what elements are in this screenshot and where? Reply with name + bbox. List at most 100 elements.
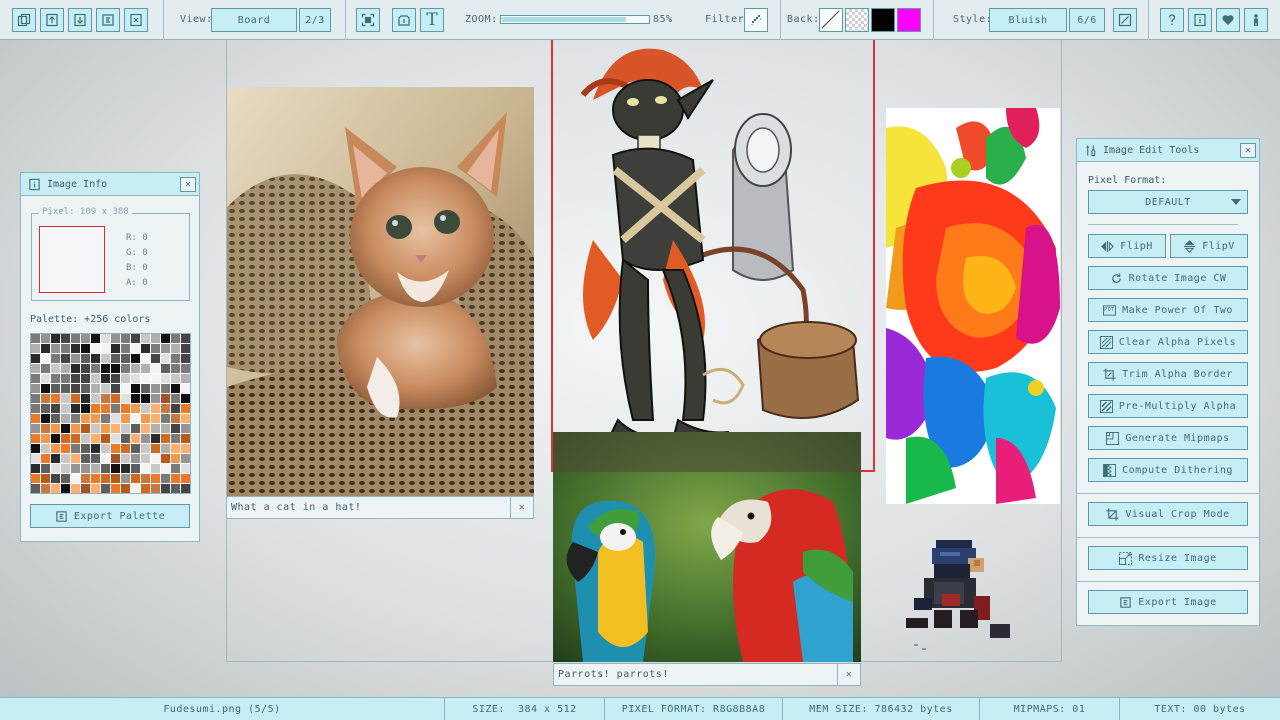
palette-swatch[interactable] — [31, 334, 40, 343]
palette-swatch[interactable] — [161, 334, 170, 343]
palette-swatch[interactable] — [51, 434, 60, 443]
palette-swatch[interactable] — [171, 354, 180, 363]
palette-swatch[interactable] — [151, 444, 160, 453]
palette-swatch[interactable] — [171, 474, 180, 483]
palette-swatch[interactable] — [41, 454, 50, 463]
palette-swatch[interactable] — [41, 334, 50, 343]
resize-image-button[interactable]: Resize Image — [1088, 546, 1248, 570]
palette-swatch[interactable] — [41, 384, 50, 393]
palette-swatch[interactable] — [151, 424, 160, 433]
palette-swatch[interactable] — [181, 394, 190, 403]
palette-swatch[interactable] — [111, 394, 120, 403]
palette-swatch[interactable] — [31, 444, 40, 453]
palette-swatch[interactable] — [131, 354, 140, 363]
palette-swatch[interactable] — [101, 374, 110, 383]
view-mode-button[interactable]: Board — [211, 8, 297, 32]
palette-swatch[interactable] — [121, 354, 130, 363]
trim-alpha-button[interactable]: Trim Alpha Border — [1088, 362, 1248, 386]
palette-swatch[interactable] — [121, 464, 130, 473]
palette-swatch[interactable] — [51, 454, 60, 463]
palette-swatch[interactable] — [111, 344, 120, 353]
palette-swatch[interactable] — [101, 444, 110, 453]
palette-swatch[interactable] — [101, 414, 110, 423]
palette-swatch[interactable] — [91, 364, 100, 373]
palette-swatch[interactable] — [81, 344, 90, 353]
palette-swatch[interactable] — [181, 434, 190, 443]
palette-swatch[interactable] — [111, 364, 120, 373]
upload-icon[interactable] — [40, 8, 64, 32]
palette-swatch[interactable] — [31, 484, 40, 493]
palette-swatch[interactable] — [161, 374, 170, 383]
color-splash-image[interactable] — [886, 108, 1060, 504]
palette-swatch[interactable] — [161, 434, 170, 443]
palette-swatch[interactable] — [61, 484, 70, 493]
palette-swatch[interactable] — [71, 454, 80, 463]
palette-swatch[interactable] — [101, 484, 110, 493]
palette-swatch[interactable] — [91, 404, 100, 413]
palette-swatch[interactable] — [61, 454, 70, 463]
palette-swatch[interactable] — [71, 444, 80, 453]
palette-swatch[interactable] — [181, 444, 190, 453]
palette-swatch[interactable] — [71, 374, 80, 383]
palette-swatch[interactable] — [71, 434, 80, 443]
palette-swatch[interactable] — [171, 424, 180, 433]
palette-swatch[interactable] — [131, 334, 140, 343]
palette-swatch[interactable] — [101, 354, 110, 363]
parrots-close-icon[interactable]: ✕ — [837, 664, 860, 685]
cat-close-icon[interactable]: ✕ — [510, 497, 533, 518]
palette-swatch[interactable] — [111, 484, 120, 493]
palette-swatch[interactable] — [121, 474, 130, 483]
palette-swatch[interactable] — [71, 484, 80, 493]
goblin-image-selected[interactable] — [551, 40, 875, 472]
palette-swatch[interactable] — [131, 364, 140, 373]
palette-swatch[interactable] — [141, 474, 150, 483]
palette-swatch[interactable] — [151, 484, 160, 493]
palette-swatch[interactable] — [71, 394, 80, 403]
flip-v-button[interactable]: FlipV — [1170, 234, 1248, 258]
new-board-icon[interactable] — [12, 8, 36, 32]
info-tag-icon[interactable] — [392, 8, 416, 32]
palette-swatch[interactable] — [121, 374, 130, 383]
export-image-button[interactable]: Export Image — [1088, 590, 1248, 614]
palette-swatch[interactable] — [31, 454, 40, 463]
palette-swatch[interactable] — [131, 474, 140, 483]
palette-swatch[interactable] — [31, 364, 40, 373]
palette-swatch[interactable] — [161, 364, 170, 373]
palette-swatch[interactable] — [171, 414, 180, 423]
palette-swatch[interactable] — [31, 344, 40, 353]
rotate-cw-button[interactable]: Rotate Image CW — [1088, 266, 1248, 290]
palette-swatch[interactable] — [101, 424, 110, 433]
palette-swatch[interactable] — [121, 364, 130, 373]
palette-swatch[interactable] — [151, 364, 160, 373]
palette-swatch[interactable] — [51, 424, 60, 433]
palette-swatch[interactable] — [121, 424, 130, 433]
palette-swatch[interactable] — [31, 434, 40, 443]
palette-swatch[interactable] — [41, 364, 50, 373]
palette-swatch[interactable] — [91, 444, 100, 453]
palette-swatch[interactable] — [161, 424, 170, 433]
palette-swatch[interactable] — [141, 444, 150, 453]
parrots-image[interactable] — [553, 432, 861, 662]
palette-swatch[interactable] — [101, 454, 110, 463]
make-pot-button[interactable]: POT Make Power Of Two — [1088, 298, 1248, 322]
palette-swatch[interactable] — [51, 484, 60, 493]
edit-tools-header[interactable]: Image Edit Tools ✕ — [1077, 139, 1259, 162]
palette-swatch[interactable] — [181, 474, 190, 483]
palette-swatch[interactable] — [91, 484, 100, 493]
palette-swatch[interactable] — [111, 474, 120, 483]
info-icon[interactable] — [1188, 8, 1212, 32]
palette-swatch[interactable] — [161, 384, 170, 393]
palette-swatch[interactable] — [171, 334, 180, 343]
palette-swatch[interactable] — [131, 454, 140, 463]
palette-swatch[interactable] — [91, 464, 100, 473]
palette-swatch[interactable] — [81, 374, 90, 383]
palette-swatch[interactable] — [71, 334, 80, 343]
palette-swatch[interactable] — [111, 464, 120, 473]
palette-swatch[interactable] — [51, 374, 60, 383]
style-edit-icon[interactable] — [1113, 8, 1137, 32]
user-icon[interactable] — [1244, 8, 1268, 32]
palette-swatch[interactable] — [181, 424, 190, 433]
palette-swatch[interactable] — [41, 344, 50, 353]
palette-swatch[interactable] — [31, 424, 40, 433]
palette-swatch[interactable] — [91, 454, 100, 463]
